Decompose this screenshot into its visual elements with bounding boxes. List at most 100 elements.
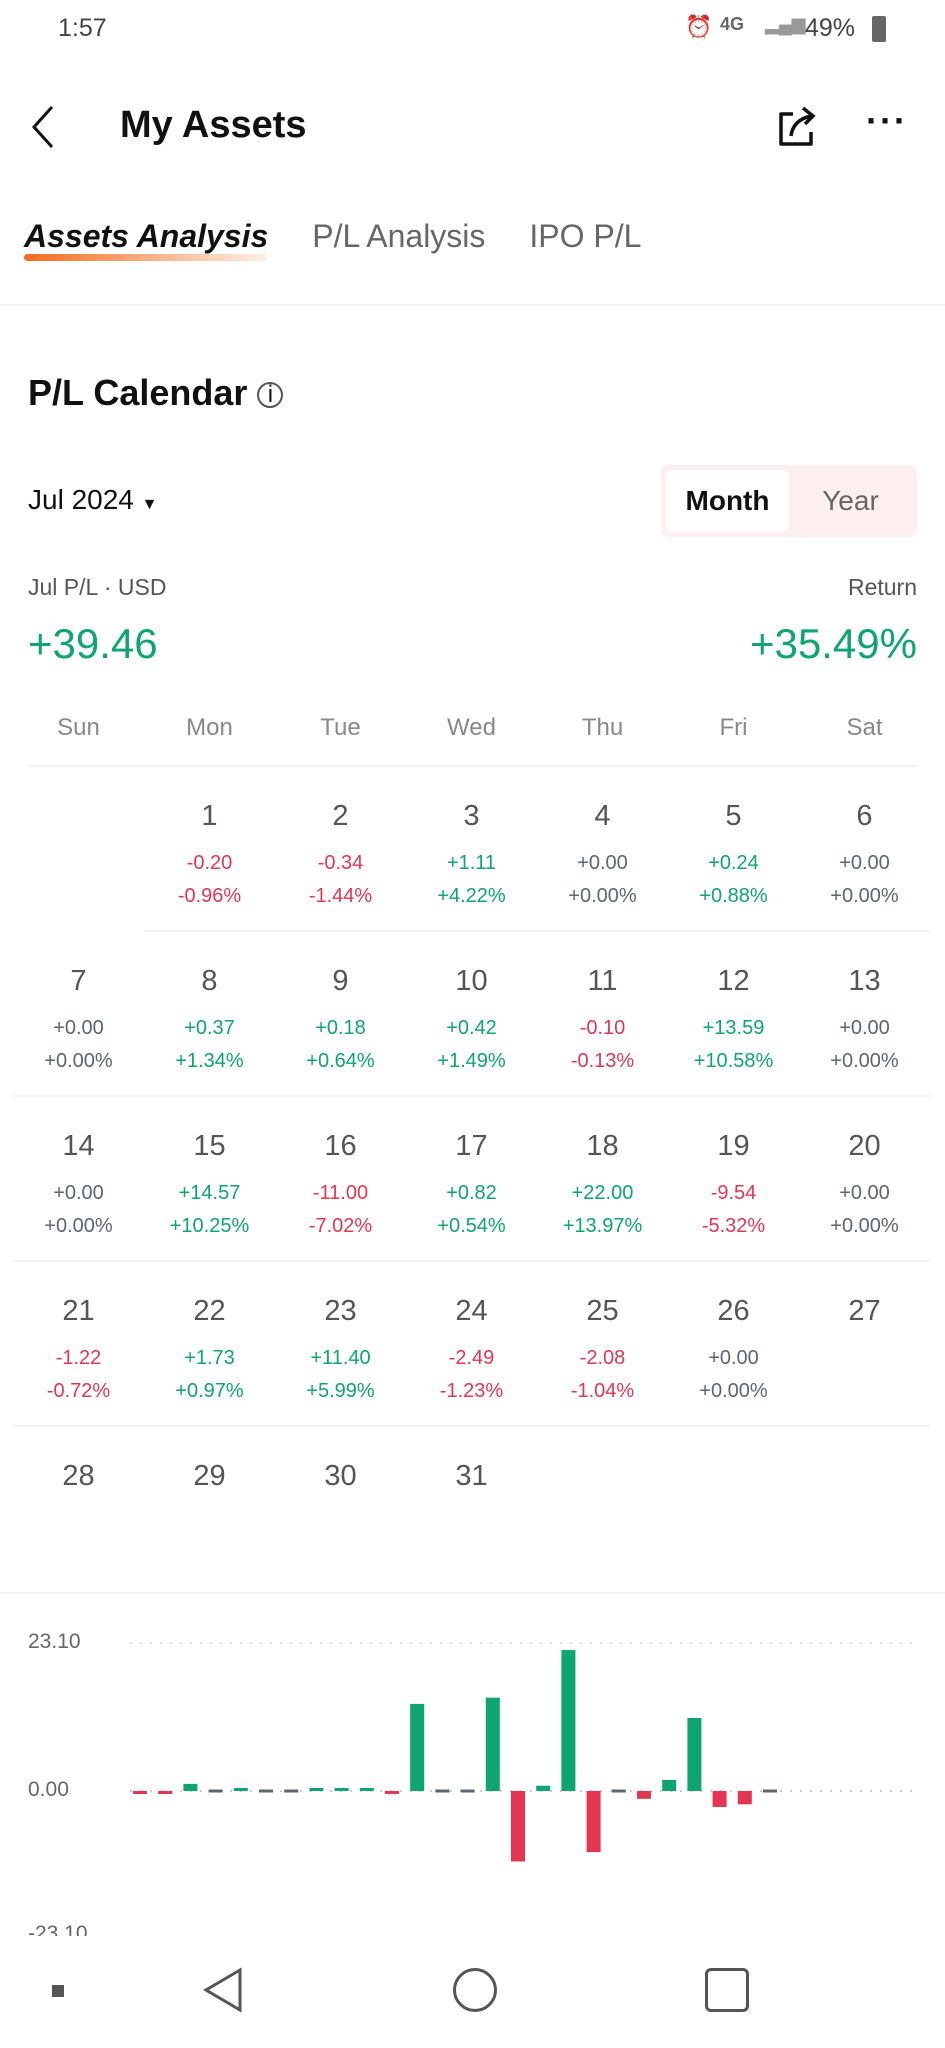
calendar-day[interactable]: 4 +0.00 +0.00%: [537, 800, 668, 913]
calendar-day[interactable]: 18 +22.00 +13.97%: [537, 1130, 668, 1243]
network-icon: 4G: [720, 14, 745, 34]
day-pl: -1.22: [55, 1347, 102, 1369]
calendar-day[interactable]: 17 +0.82 +0.54%: [406, 1130, 537, 1243]
day-pl: +0.42: [446, 1017, 497, 1039]
calendar-day[interactable]: 29: [144, 1460, 275, 1493]
bar-day-5: [233, 1788, 248, 1791]
day-number: 14: [62, 1130, 95, 1162]
tab-assets-analysis[interactable]: Assets Analysis: [24, 218, 269, 261]
day-pct: -1.44%: [308, 885, 373, 907]
weekday-label: Sun: [57, 714, 100, 741]
day-pl: +0.82: [446, 1182, 497, 1204]
calendar-grid: 1 -0.20 -0.96% 2 -0.34 -1.44% 3 +1.11 +4.22% 4 +0.…: [13, 770, 931, 1530]
day-number: 2: [332, 800, 349, 832]
calendar-day[interactable]: 30: [275, 1460, 406, 1493]
day-number: 13: [848, 965, 881, 997]
tab-pl-analysis[interactable]: P/L Analysis: [312, 218, 485, 255]
period-toggle: Month Year: [661, 465, 917, 537]
calendar-day[interactable]: 24 -2.49 -1.23%: [406, 1295, 537, 1408]
day-pct: -5.32%: [701, 1215, 766, 1237]
pl-value: +39.46: [28, 620, 158, 667]
calendar-day[interactable]: 12 +13.59 +10.58%: [668, 965, 799, 1078]
day-pct: +0.54%: [437, 1215, 506, 1237]
day-pct: +10.58%: [693, 1050, 774, 1072]
toggle-month[interactable]: Month: [666, 470, 789, 532]
row-divider: [275, 1260, 406, 1262]
calendar-day[interactable]: 22 +1.73 +0.97%: [144, 1295, 275, 1408]
calendar-day[interactable]: 20 +0.00 +0.00%: [799, 1130, 930, 1243]
row-divider: [799, 930, 930, 932]
day-pl: +0.00: [839, 852, 890, 874]
calendar-day[interactable]: 25 -2.08 -1.04%: [537, 1295, 668, 1408]
day-number: 11: [587, 965, 618, 997]
calendar-day[interactable]: 28: [13, 1460, 144, 1493]
day-number: 21: [62, 1295, 95, 1327]
tab-ipo-pl[interactable]: IPO P/L: [529, 218, 641, 255]
calendar-day[interactable]: 23 +11.40 +5.99%: [275, 1295, 406, 1408]
day-pl: +1.73: [184, 1347, 235, 1369]
day-number: 5: [725, 800, 742, 832]
row-divider: [13, 1260, 144, 1262]
bar-day-22: [662, 1779, 677, 1791]
calendar-day[interactable]: 15 +14.57 +10.25%: [144, 1130, 275, 1243]
calendar-day[interactable]: 5 +0.24 +0.88%: [668, 800, 799, 913]
nav-home-icon[interactable]: [453, 1968, 497, 2012]
bar-day-12: [410, 1703, 425, 1791]
day-pct: +0.00%: [44, 1215, 113, 1237]
day-pl: +14.57: [178, 1182, 241, 1204]
tab-bar: Assets Analysis P/L Analysis IPO P/L: [24, 218, 641, 261]
calendar-day[interactable]: 6 +0.00 +0.00%: [799, 800, 930, 913]
calendar-title: P/L Calendar i: [28, 372, 284, 414]
calendar-day[interactable]: 21 -1.22 -0.72%: [13, 1295, 144, 1408]
bar-day-20: [611, 1789, 626, 1793]
calendar-day[interactable]: 14 +0.00 +0.00%: [13, 1130, 144, 1243]
row-divider: [406, 930, 537, 932]
signal-icon: ▂▄▆: [765, 14, 806, 34]
calendar-day[interactable]: 11 -0.10 -0.13%: [537, 965, 668, 1078]
calendar-day[interactable]: 7 +0.00 +0.00%: [13, 965, 144, 1078]
row-divider: [537, 1260, 668, 1262]
calendar-day[interactable]: 10 +0.42 +1.49%: [406, 965, 537, 1078]
row-divider: [799, 1425, 930, 1427]
day-pl: +1.11: [446, 852, 497, 874]
day-pct: +1.49%: [437, 1050, 506, 1072]
day-number: 6: [856, 800, 873, 832]
calendar-day[interactable]: 3 +1.11 +4.22%: [406, 800, 537, 913]
calendar-day[interactable]: 27: [799, 1295, 930, 1328]
day-number: 8: [201, 965, 218, 997]
day-pct: +0.64%: [306, 1050, 375, 1072]
calendar-day[interactable]: 19 -9.54 -5.32%: [668, 1130, 799, 1243]
weekday-label: Thu: [581, 714, 624, 741]
row-divider: [799, 1095, 930, 1097]
share-icon[interactable]: [775, 104, 819, 150]
more-icon[interactable]: ···: [866, 100, 908, 142]
bar-day-1: [133, 1791, 147, 1794]
day-pct: +0.97%: [175, 1380, 244, 1402]
nav-back-icon[interactable]: [200, 1966, 244, 2014]
day-pl: +0.37: [184, 1017, 235, 1039]
nav-recents-icon[interactable]: [705, 1968, 749, 2012]
page-title: My Assets: [120, 104, 307, 146]
calendar-day[interactable]: 26 +0.00 +0.00%: [668, 1295, 799, 1408]
day-pct: +0.00%: [568, 885, 637, 907]
back-icon[interactable]: [28, 104, 58, 150]
bar-day-4: [208, 1789, 223, 1793]
calendar-day[interactable]: 1 -0.20 -0.96%: [144, 800, 275, 913]
calendar-day[interactable]: 8 +0.37 +1.34%: [144, 965, 275, 1078]
calendar-day[interactable]: 9 +0.18 +0.64%: [275, 965, 406, 1078]
calendar-day[interactable]: 2 -0.34 -1.44%: [275, 800, 406, 913]
toggle-year[interactable]: Year: [789, 470, 912, 532]
row-divider: [668, 1425, 799, 1427]
weekday-header: Sun Mon Tue Wed Thu Fri Sat: [13, 714, 931, 766]
calendar-day[interactable]: 31: [406, 1460, 537, 1493]
info-icon[interactable]: i: [257, 382, 284, 409]
day-pl: +0.00: [839, 1182, 890, 1204]
calendar-day[interactable]: 16 -11.00 -7.02%: [275, 1130, 406, 1243]
day-pl: +0.00: [839, 1017, 890, 1039]
calendar-day[interactable]: 13 +0.00 +0.00%: [799, 965, 930, 1078]
row-divider: [668, 930, 799, 932]
month-selector[interactable]: Jul 2024 ▼: [28, 484, 158, 516]
day-number: 22: [193, 1295, 226, 1327]
bar-day-7: [284, 1789, 299, 1793]
divider: [28, 765, 917, 767]
